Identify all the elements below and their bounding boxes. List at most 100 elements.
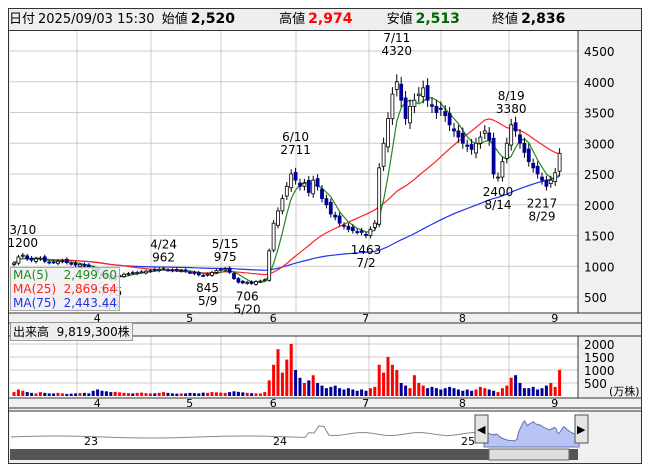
volume-bar	[232, 391, 236, 396]
volume-bar	[307, 380, 311, 396]
candle-up	[60, 260, 65, 263]
candle-up	[157, 268, 162, 271]
navigator-year-label: 23	[84, 435, 98, 448]
volume-bar	[78, 393, 82, 396]
candle-up	[548, 179, 553, 184]
volume-bar	[289, 344, 293, 396]
volume-bar	[241, 392, 245, 396]
candle-up	[372, 222, 377, 228]
volume-bar	[346, 388, 350, 396]
annotation-date: 3/10	[9, 223, 36, 237]
candle-up	[126, 273, 131, 276]
y-tick-label: 1000	[584, 260, 615, 274]
candle-down	[232, 273, 236, 279]
candle-down	[29, 257, 34, 261]
candle-down	[447, 113, 452, 126]
volume-bar	[531, 386, 535, 396]
candle-down	[346, 225, 351, 230]
candle-down	[452, 128, 456, 132]
volume-bar	[38, 392, 42, 396]
annotation-value: 1200	[9, 236, 38, 250]
annotation-value: 845	[196, 281, 219, 295]
candle-up	[16, 256, 21, 264]
volume-bar	[144, 393, 148, 396]
volume-bar	[351, 389, 355, 396]
navigator-year-label: 24	[273, 435, 287, 448]
annotation-date: 8/19	[498, 89, 525, 103]
chart-canvas[interactable]: 5001000150020002500300035004000450050010…	[9, 9, 641, 463]
candle-down	[359, 230, 364, 233]
candle-up	[412, 99, 417, 107]
volume-bar	[223, 392, 227, 396]
ma25-legend: MA(25) 2,869.64	[13, 282, 117, 296]
volume-bar	[324, 388, 328, 396]
volume-bar	[298, 377, 302, 396]
volume-bar	[373, 386, 377, 396]
volume-bar	[100, 390, 104, 396]
volume-bar	[34, 393, 38, 396]
candle-down	[434, 105, 439, 113]
y-tick-label: 3500	[584, 107, 615, 121]
candle-down	[342, 224, 346, 227]
volume-bar	[179, 393, 183, 396]
volume-bar	[540, 388, 544, 396]
candle-up	[135, 271, 140, 274]
volume-bar	[25, 392, 29, 396]
candle-down	[513, 122, 518, 132]
volume-header: 出来高 9,819,300株	[10, 322, 133, 341]
x-tick-label: 6	[270, 312, 277, 325]
volume-bar	[166, 392, 170, 396]
volume-bar	[258, 393, 262, 396]
ma-legend: MA(5) 2,499.60 MA(25) 2,869.64 MA(75) 2,443…	[10, 267, 120, 311]
candle-down	[487, 132, 492, 141]
candle-up	[394, 81, 399, 90]
candle-down	[166, 269, 170, 272]
volume-bar	[320, 385, 324, 396]
candle-down	[240, 280, 245, 284]
candle-up	[12, 262, 16, 265]
candle-down	[174, 269, 179, 271]
volume-bar	[69, 393, 73, 396]
vol-tick-label: 2000	[584, 338, 615, 352]
candle-up	[276, 210, 280, 226]
annotation-value: 3380	[496, 102, 527, 116]
candle-down	[306, 179, 311, 193]
volume-bar	[514, 375, 518, 396]
volume-bar	[16, 389, 20, 396]
candle-up	[258, 280, 263, 283]
candle-down	[42, 256, 47, 262]
candle-down	[47, 261, 52, 264]
candle-down	[456, 130, 461, 138]
ma75-legend: MA(75) 2,443.44	[13, 296, 117, 310]
candle-down	[355, 231, 360, 233]
candle-up	[390, 93, 395, 120]
volume-bar	[47, 393, 51, 396]
candle-up	[368, 228, 373, 236]
volume-bar	[192, 393, 196, 396]
candle-down	[249, 281, 254, 284]
candle-down	[403, 97, 408, 120]
volume-bar	[96, 389, 100, 396]
x-tick-label: 9	[551, 312, 558, 325]
annotation-date: 6/10	[282, 130, 309, 144]
volume-bar	[311, 375, 315, 396]
annotation-date: 7/2	[356, 256, 375, 270]
candle-down	[51, 261, 56, 264]
volume-bar	[135, 392, 139, 396]
candle-up	[148, 270, 153, 272]
candle-down	[130, 272, 135, 274]
candle-up	[416, 93, 421, 97]
candle-up	[245, 281, 250, 284]
annotation-value: 1463	[351, 243, 382, 257]
candle-down	[531, 162, 536, 169]
volume-bar	[118, 392, 122, 396]
volume-bar	[245, 392, 249, 396]
scrollbar-thumb[interactable]	[488, 448, 570, 461]
volume-bar	[527, 388, 531, 396]
candle-up	[280, 198, 285, 212]
volume-bar	[386, 357, 390, 396]
volume-bar	[74, 393, 78, 396]
volume-bar	[509, 377, 513, 396]
candle-down	[227, 267, 232, 273]
candle-up	[408, 105, 412, 124]
